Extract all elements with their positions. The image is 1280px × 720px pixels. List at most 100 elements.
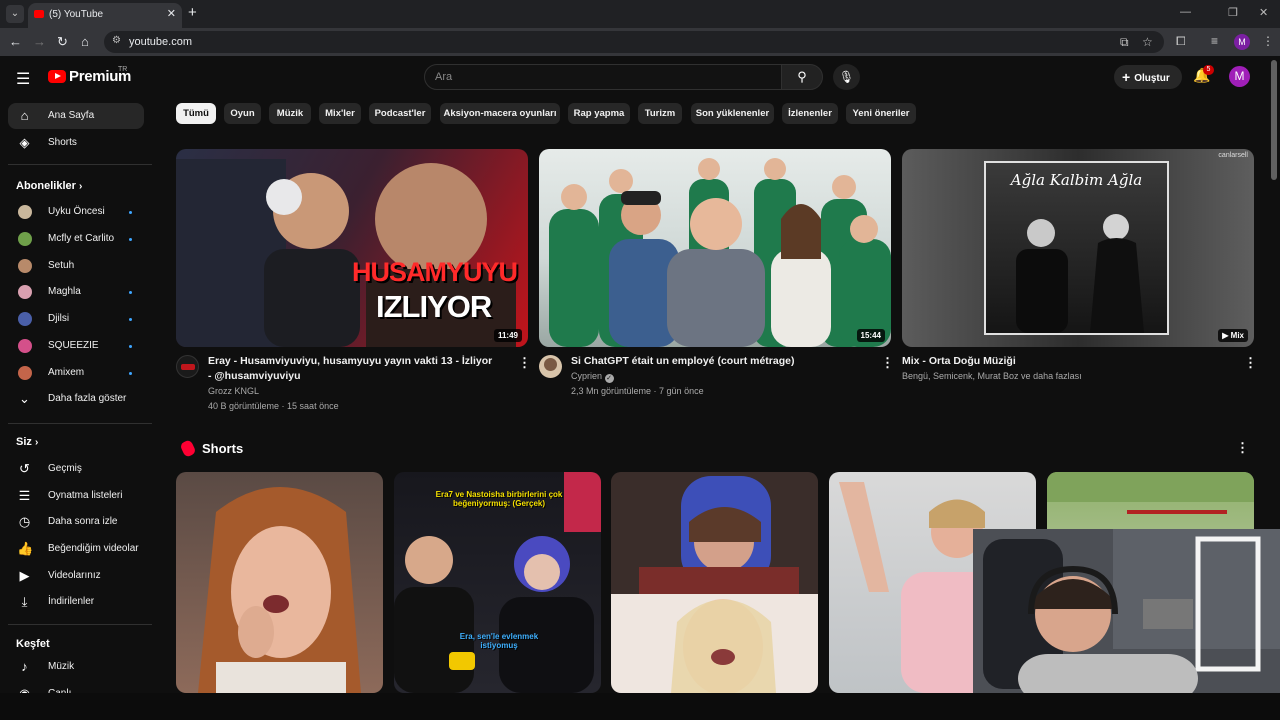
browser-tab[interactable]: (5) YouTube ✕ bbox=[28, 3, 182, 28]
chip[interactable]: Aksiyon-macera oyunları bbox=[440, 103, 560, 124]
create-label: Oluştur bbox=[1134, 73, 1170, 84]
back-icon[interactable]: ← bbox=[9, 34, 22, 49]
minimize-icon[interactable]: — bbox=[1180, 6, 1191, 18]
video-thumbnail[interactable]: Ağla Kalbim Ağla canlarsell ▶ Mix bbox=[902, 149, 1254, 347]
you-heading[interactable]: Siz › bbox=[16, 436, 38, 448]
browser-profile-avatar[interactable]: M bbox=[1234, 34, 1250, 50]
chip[interactable]: Podcast'ler bbox=[369, 103, 431, 124]
sidebar-item-subscription[interactable]: Setuh bbox=[8, 253, 144, 279]
tab-strip: ⌄ (5) YouTube ✕ + — ❐ ✕ bbox=[0, 0, 1280, 28]
media-control-icon[interactable]: ≡ bbox=[1211, 34, 1218, 48]
sidebar-item-subscription[interactable]: Maghla bbox=[8, 279, 144, 305]
chip[interactable]: Son yüklenenler bbox=[691, 103, 774, 124]
video-title[interactable]: Eray - Husamviyuviyu, husamyuyu yayın va… bbox=[208, 354, 498, 384]
video-thumbnail[interactable]: 15:44 bbox=[539, 149, 891, 347]
forward-icon[interactable]: → bbox=[33, 34, 46, 49]
watch-later-icon: ◷ bbox=[18, 514, 31, 529]
sidebar-item-shorts[interactable]: ◈ Shorts bbox=[8, 130, 144, 156]
show-more-button[interactable]: ⌄ Daha fazla göster bbox=[8, 386, 144, 412]
short-thumbnail[interactable]: Era7 ve Nastoisha birbirlerini çok beğen… bbox=[394, 472, 601, 693]
new-content-dot bbox=[129, 291, 132, 294]
channel-avatar bbox=[18, 259, 32, 273]
tab-close-icon[interactable]: ✕ bbox=[167, 7, 176, 20]
sidebar-item-downloads[interactable]: ⤓ İndirilenler bbox=[8, 589, 144, 615]
sidebar-item-history[interactable]: ↺ Geçmiş bbox=[8, 456, 144, 482]
bookmark-star-icon[interactable]: ☆ bbox=[1142, 35, 1153, 49]
more-options-icon[interactable]: ⋮ bbox=[881, 355, 894, 371]
new-tab-icon[interactable]: + bbox=[188, 4, 197, 21]
shorts-heading: Shorts bbox=[202, 441, 244, 456]
chip[interactable]: Turizm bbox=[638, 103, 682, 124]
address-bar[interactable]: ⚙ youtube.com ⧉ ☆ bbox=[104, 31, 1164, 53]
divider bbox=[8, 624, 152, 625]
tab-search-icon[interactable]: ⌄ bbox=[6, 5, 24, 23]
avatar-face bbox=[544, 358, 557, 371]
sidebar-item-label: Müzik bbox=[48, 661, 75, 672]
create-button[interactable]: + Oluştur bbox=[1114, 65, 1182, 89]
short-thumbnail[interactable] bbox=[611, 472, 818, 693]
install-app-icon[interactable]: ⧉ bbox=[1120, 35, 1129, 50]
account-avatar[interactable]: M bbox=[1229, 66, 1250, 87]
search-input[interactable] bbox=[425, 65, 781, 89]
short-caption: Era7 ve Nastoisha birbirlerini çok beğen… bbox=[435, 490, 563, 508]
chip[interactable]: Rap yapma bbox=[568, 103, 630, 124]
mix-icon: ▶ bbox=[1222, 331, 1229, 340]
sidebar-item-home[interactable]: ⌂ Ana Sayfa bbox=[8, 103, 144, 129]
video-thumbnail[interactable]: HUSAMYUYU IZLIYOR 11:49 bbox=[176, 149, 528, 347]
sidebar-item-playlists[interactable]: ☰ Oynatma listeleri bbox=[8, 483, 144, 509]
chip[interactable]: Oyun bbox=[224, 103, 261, 124]
home-page-icon[interactable]: ⌂ bbox=[81, 34, 89, 49]
chevron-down-icon: ⌄ bbox=[19, 391, 30, 406]
sidebar-item-music[interactable]: ♪ Müzik bbox=[8, 654, 144, 680]
sidebar-item-your-videos[interactable]: ▶ Videolarınız bbox=[8, 563, 144, 589]
sidebar-item-subscription[interactable]: Uyku Öncesi bbox=[8, 199, 144, 225]
sidebar-item-label: Setuh bbox=[48, 260, 75, 271]
voice-search-button[interactable]: 🎙 bbox=[833, 64, 860, 90]
sidebar-item-subscription[interactable]: SQUEEZIE bbox=[8, 333, 144, 359]
channel-avatar[interactable] bbox=[176, 355, 199, 378]
short-thumbnail[interactable] bbox=[176, 472, 383, 693]
sidebar-item-watch-later[interactable]: ◷ Daha sonra izle bbox=[8, 509, 144, 535]
chip[interactable]: Tümü bbox=[176, 103, 216, 124]
page-scrollbar[interactable] bbox=[1271, 60, 1277, 180]
your-videos-icon: ▶ bbox=[19, 568, 30, 583]
reload-icon[interactable]: ↻ bbox=[57, 34, 68, 50]
sidebar-item-liked-videos[interactable]: 👍 Beğendiğim videolar bbox=[8, 536, 144, 562]
channel-name[interactable]: Cyprien ✓ bbox=[571, 371, 614, 383]
hamburger-menu-icon[interactable]: ☰ bbox=[16, 69, 30, 89]
chip[interactable]: Yeni öneriler bbox=[846, 103, 916, 124]
duration-badge: 15:44 bbox=[856, 329, 885, 342]
short-caption: Era, sen'le evlenmek istiyomuş bbox=[459, 632, 539, 650]
youtube-favicon-icon bbox=[34, 10, 44, 18]
window-close-icon[interactable]: ✕ bbox=[1259, 6, 1268, 19]
chip[interactable]: Mix'ler bbox=[319, 103, 361, 124]
channel-name[interactable]: Grozz KNGL bbox=[208, 386, 259, 396]
sidebar-item-label: Maghla bbox=[48, 286, 81, 297]
channel-avatar bbox=[18, 285, 32, 299]
divider bbox=[8, 164, 152, 165]
video-title[interactable]: Si ChatGPT était un employé (court métra… bbox=[571, 354, 861, 369]
sidebar: ⌂ Ana Sayfa ◈ Shorts Abonelikler › Uyku … bbox=[0, 98, 160, 720]
download-icon: ⤓ bbox=[21, 594, 28, 609]
shorts-more-options-icon[interactable]: ⋮ bbox=[1236, 440, 1249, 456]
sidebar-item-subscription[interactable]: Djilsi bbox=[8, 306, 144, 332]
tab-title: (5) YouTube bbox=[49, 9, 104, 20]
sidebar-item-subscription[interactable]: Mcfly et Carlito bbox=[8, 226, 144, 252]
video-title[interactable]: Mix - Orta Doğu Müziği bbox=[902, 354, 1222, 369]
chip[interactable]: İzlenenler bbox=[782, 103, 838, 124]
maximize-icon[interactable]: ❐ bbox=[1228, 6, 1238, 19]
extensions-icon[interactable]: ⧠ bbox=[1176, 34, 1186, 49]
sidebar-item-label: Daha fazla göster bbox=[48, 393, 127, 404]
sidebar-item-label: Ana Sayfa bbox=[48, 110, 95, 121]
more-options-icon[interactable]: ⋮ bbox=[1244, 355, 1257, 371]
browser-menu-icon[interactable]: ⋮ bbox=[1262, 34, 1274, 48]
more-options-icon[interactable]: ⋮ bbox=[518, 355, 531, 371]
new-content-dot bbox=[129, 345, 132, 348]
channel-avatar[interactable] bbox=[539, 355, 562, 378]
chip[interactable]: Müzik bbox=[269, 103, 311, 124]
subscriptions-heading[interactable]: Abonelikler › bbox=[16, 180, 82, 192]
site-info-icon[interactable]: ⚙ bbox=[112, 35, 121, 46]
search-button[interactable]: ⚲ bbox=[781, 64, 823, 90]
channel-avatar bbox=[18, 312, 32, 326]
sidebar-item-subscription[interactable]: Amixem bbox=[8, 360, 144, 386]
